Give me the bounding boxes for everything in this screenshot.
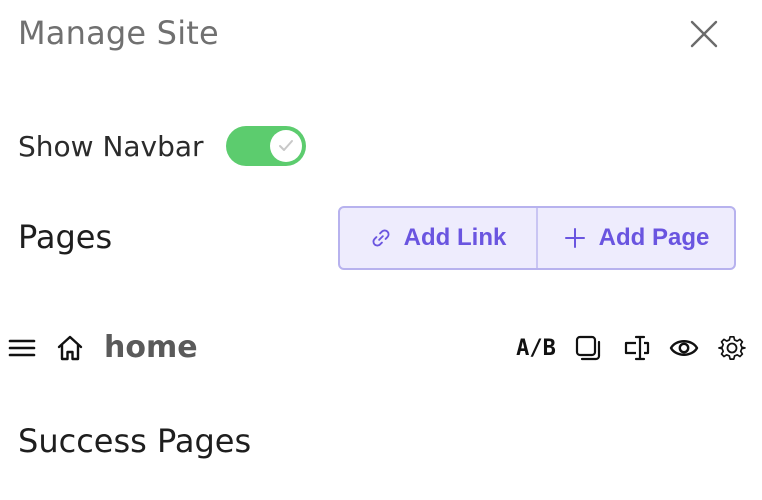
hamburger-icon xyxy=(8,339,36,357)
toggle-knob xyxy=(269,130,302,162)
duplicate-icon xyxy=(575,335,601,361)
duplicate-page-button[interactable] xyxy=(572,332,604,364)
add-page-label: Add Page xyxy=(598,224,710,251)
add-link-label: Add Link xyxy=(403,224,507,251)
page-settings-button[interactable] xyxy=(716,332,748,364)
check-icon xyxy=(278,140,293,151)
page-row-home[interactable]: home A/B xyxy=(0,326,762,370)
add-link-button[interactable]: Add Link xyxy=(340,208,538,268)
add-page-button[interactable]: Add Page xyxy=(538,208,734,268)
add-button-group: Add Link Add Page xyxy=(338,206,736,270)
ab-test-label: A/B xyxy=(516,335,556,361)
show-navbar-row: Show Navbar xyxy=(18,126,306,166)
plus-icon xyxy=(563,226,587,250)
gear-icon xyxy=(718,335,746,360)
page-name[interactable]: home xyxy=(104,330,198,365)
close-icon xyxy=(690,20,718,48)
success-pages-heading: Success Pages xyxy=(18,422,252,460)
drag-handle[interactable] xyxy=(8,336,36,360)
show-navbar-toggle[interactable] xyxy=(225,126,306,166)
pages-heading: Pages xyxy=(18,218,113,256)
panel-title: Manage Site xyxy=(18,14,219,52)
home-icon xyxy=(56,334,84,362)
text-cursor-icon xyxy=(624,335,650,361)
eye-icon xyxy=(669,340,699,356)
manage-site-panel: Manage Site Show Navbar Pages Add Link A… xyxy=(0,0,762,500)
ab-test-button[interactable]: A/B xyxy=(512,332,560,364)
show-navbar-label: Show Navbar xyxy=(18,129,204,163)
link-icon xyxy=(370,227,392,249)
preview-page-button[interactable] xyxy=(668,332,700,364)
rename-page-button[interactable] xyxy=(620,332,654,364)
close-button[interactable] xyxy=(686,16,722,52)
